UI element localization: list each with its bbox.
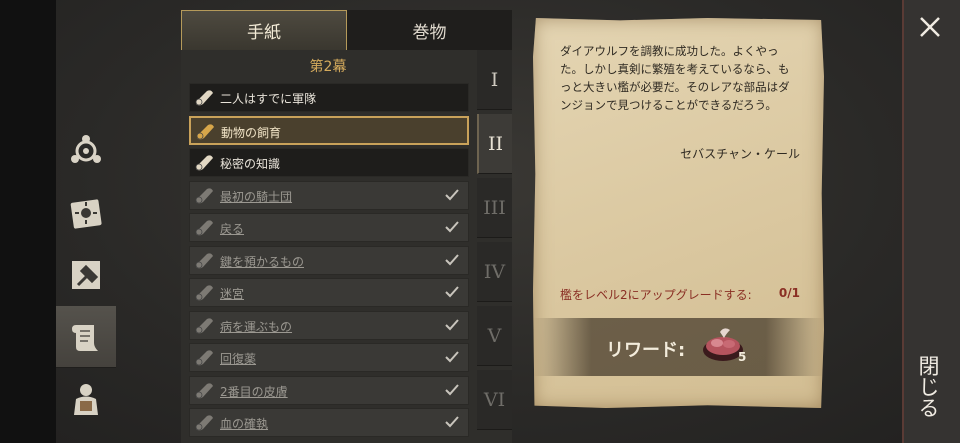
letter-row[interactable]: 迷宮 bbox=[189, 278, 469, 307]
letter-row[interactable]: 鍵を預かるもの bbox=[189, 245, 469, 275]
letter-signature: セバスチャン・ケール bbox=[680, 147, 800, 161]
reward-count: 5 bbox=[738, 350, 747, 364]
letter-row-label: 二人はすでに軍隊 bbox=[220, 92, 317, 106]
quest-progress: 0/1 bbox=[778, 286, 800, 300]
act-title: 第2幕 bbox=[309, 59, 347, 75]
letter-scroll-icon bbox=[195, 155, 213, 171]
scroll-icon bbox=[72, 324, 98, 351]
nav-clan-button[interactable] bbox=[56, 120, 116, 182]
letter-row-label: 2番目の皮膚 bbox=[220, 384, 288, 399]
letter-row-label: 回復薬 bbox=[220, 352, 257, 366]
letter-row[interactable]: 秘密の知識 bbox=[189, 148, 469, 177]
letter-row-label: 迷宮 bbox=[220, 287, 245, 301]
act-tab-5[interactable]: V bbox=[477, 306, 512, 366]
character-icon bbox=[74, 384, 98, 415]
letter-row[interactable]: 血の確執 bbox=[189, 408, 469, 437]
letter-scroll-icon bbox=[195, 187, 213, 203]
checkmark-icon bbox=[445, 383, 459, 395]
letter-row-label: 鍵を預かるもの bbox=[220, 254, 305, 269]
letter-row-label: 病を運ぶもの bbox=[220, 319, 293, 334]
letter-row[interactable]: 動物の飼育 bbox=[189, 115, 469, 145]
close-icon[interactable] bbox=[917, 14, 943, 40]
checkmark-icon bbox=[445, 188, 459, 200]
letter-row[interactable]: 2番目の皮膚 bbox=[189, 375, 469, 405]
sun-book-icon bbox=[70, 199, 102, 229]
letters-panel: 手紙 巻物 第2幕 二人はすでに軍隊 動物の飼育秘密の知識最初の騎士団 戻る鍵を預か… bbox=[181, 10, 512, 443]
letter-row-label: 秘密の知識 bbox=[220, 157, 281, 171]
letter-row[interactable]: 病を運ぶもの bbox=[189, 310, 469, 340]
letter-row-label: 動物の飼育 bbox=[221, 125, 282, 140]
tab-bar: 手紙 巻物 bbox=[181, 10, 512, 50]
checkmark-icon bbox=[445, 416, 459, 428]
checkmark-icon bbox=[445, 286, 459, 298]
nav-letters-button[interactable] bbox=[56, 306, 116, 368]
letter-scroll-icon bbox=[195, 252, 213, 268]
act-tab-1[interactable]: I bbox=[477, 50, 512, 110]
act-tab-4[interactable]: IV bbox=[477, 242, 512, 302]
close-button[interactable]: 閉じる bbox=[916, 355, 943, 425]
letter-row[interactable]: 回復薬 bbox=[189, 343, 469, 372]
hammer-icon bbox=[72, 261, 100, 289]
checkmark-icon bbox=[445, 318, 459, 330]
letter-scroll-icon bbox=[195, 415, 213, 431]
letter-row-label: 戻る bbox=[220, 222, 245, 236]
letter-list: 二人はすでに軍隊 動物の飼育秘密の知識最初の騎士団 戻る鍵を預かるもの 迷宮病を運ぶも… bbox=[189, 83, 469, 443]
letter-row[interactable]: 戻る bbox=[189, 213, 469, 242]
nav-character-button[interactable] bbox=[56, 368, 116, 430]
letter-row[interactable]: 最初の騎士団 bbox=[189, 180, 469, 210]
checkmark-icon bbox=[445, 253, 459, 265]
letter-scroll-icon bbox=[195, 90, 213, 106]
side-nav bbox=[56, 120, 116, 443]
left-edge bbox=[0, 0, 56, 443]
letter-row-label: 血の確執 bbox=[220, 417, 269, 431]
quest-objective: 檻をレベル2にアップグレードする: bbox=[560, 288, 752, 302]
nav-journal-button[interactable] bbox=[56, 182, 116, 244]
letter-scroll-icon bbox=[195, 317, 213, 333]
tab-scrolls[interactable]: 巻物 bbox=[347, 10, 512, 50]
letter-body: ダイアウルフを調教に成功した。よくやった。しかし真剣に繁殖を考えているなら、もっ… bbox=[560, 44, 790, 112]
tab-letters[interactable]: 手紙 bbox=[181, 10, 347, 50]
nav-crafting-button[interactable] bbox=[56, 244, 116, 306]
letter-scroll-icon bbox=[196, 123, 214, 139]
act-selector: I II III IV V VI bbox=[477, 50, 512, 443]
checkmark-icon bbox=[445, 221, 459, 233]
act-tab-2[interactable]: II bbox=[477, 114, 512, 174]
letter-scroll-icon bbox=[195, 382, 213, 398]
reward-label: リワード: bbox=[606, 340, 686, 361]
act-tab-6[interactable]: VI bbox=[477, 370, 512, 430]
letter-row-label: 最初の騎士団 bbox=[220, 189, 293, 204]
checkmark-icon bbox=[445, 351, 459, 363]
letter-scroll-icon bbox=[195, 350, 213, 366]
letter-row[interactable]: 二人はすでに軍隊 bbox=[189, 83, 469, 112]
letter-scroll-icon bbox=[195, 220, 213, 236]
clan-symbol-icon bbox=[71, 135, 101, 163]
letter-scroll-icon bbox=[195, 285, 213, 301]
act-tab-3[interactable]: III bbox=[477, 178, 512, 238]
